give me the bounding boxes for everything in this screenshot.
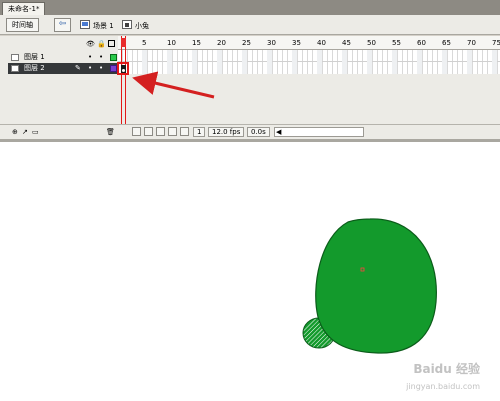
outline-color-swatch[interactable] <box>110 65 117 72</box>
playhead[interactable] <box>121 38 126 47</box>
timeline-panel: 👁 🔒 5 10 15 20 25 30 35 40 45 50 55 60 65 70 75 图层 1 •… <box>0 36 500 139</box>
frame-grid[interactable] <box>118 50 500 74</box>
layer-row-selected[interactable]: 图层 2 ✎ • • <box>8 63 118 74</box>
visibility-dot[interactable]: • <box>88 63 92 73</box>
frame-number: 55 <box>392 39 401 47</box>
frame-number: 65 <box>442 39 451 47</box>
eye-icon[interactable]: 👁 <box>86 40 95 48</box>
frame-number: 35 <box>292 39 301 47</box>
green-blob-shape[interactable] <box>315 218 437 354</box>
lock-icon[interactable]: 🔒 <box>97 40 106 48</box>
watermark-logo: Baidu 经验 <box>413 362 480 376</box>
frame-number: 40 <box>317 39 326 47</box>
outline-icon[interactable] <box>108 40 115 47</box>
frame-number: 45 <box>342 39 351 47</box>
frame-group-marker <box>392 50 397 74</box>
frame-group-marker <box>142 50 147 74</box>
watermark-url: jingyan.baidu.com <box>406 382 480 391</box>
pencil-icon: ✎ <box>75 64 81 72</box>
frame-number: 60 <box>417 39 426 47</box>
add-guide-icon[interactable]: ↗ <box>22 128 28 136</box>
scene-bar: 时间轴 ⇦ 场景 1 小兔 <box>0 15 500 35</box>
breadcrumb-symbol[interactable]: 小兔 <box>135 21 149 31</box>
lock-dot[interactable]: • <box>99 63 103 73</box>
frame-group-marker <box>292 50 297 74</box>
center-frame-icon[interactable] <box>132 127 141 136</box>
frame-group-marker <box>242 50 247 74</box>
timeline-toggle-button[interactable]: 时间轴 <box>6 18 39 32</box>
scene-icon <box>80 20 90 29</box>
add-folder-icon[interactable]: ▭ <box>32 128 39 136</box>
frame-group-marker <box>192 50 197 74</box>
layer-icon <box>11 65 19 72</box>
edit-multiple-frames-icon[interactable] <box>168 127 177 136</box>
scroll-left-icon[interactable]: ◀ <box>276 128 281 136</box>
frame-group-marker <box>492 50 497 74</box>
modify-markers-icon[interactable] <box>180 127 189 136</box>
frame-number: 15 <box>192 39 201 47</box>
frame-group-marker <box>367 50 372 74</box>
frame-group-marker <box>442 50 447 74</box>
frame-group-marker <box>317 50 322 74</box>
stage-canvas[interactable]: Baidu 经验 jingyan.baidu.com <box>0 142 500 401</box>
frame-group-marker <box>417 50 422 74</box>
trash-icon[interactable]: 🗑 <box>106 128 115 136</box>
frame-group-marker <box>342 50 347 74</box>
outline-color-swatch[interactable] <box>110 54 117 61</box>
onion-outline-icon[interactable] <box>156 127 165 136</box>
keyframe-dot <box>122 69 125 72</box>
playhead-line <box>121 36 126 128</box>
breadcrumb-scene[interactable]: 场景 1 <box>93 21 114 31</box>
visibility-dot[interactable]: • <box>88 52 92 62</box>
document-tab[interactable]: 未命名-1* <box>2 2 46 15</box>
frame-ruler[interactable]: 5 10 15 20 25 30 35 40 45 50 55 60 65 70 75 <box>118 36 500 50</box>
frame-number: 25 <box>242 39 251 47</box>
frame-number: 30 <box>267 39 276 47</box>
frame-rate-field[interactable]: 12.0 fps <box>208 127 245 137</box>
symbol-icon <box>122 20 132 29</box>
current-frame-field: 1 <box>193 127 206 137</box>
frame-group-marker <box>167 50 172 74</box>
onion-skin-icon[interactable] <box>144 127 153 136</box>
layer-row[interactable]: 图层 1 • • <box>8 52 118 63</box>
add-layer-icon[interactable]: ⊕ <box>12 128 18 136</box>
document-tab-bar: 未命名-1* <box>0 0 500 15</box>
frame-number: 70 <box>467 39 476 47</box>
arrow-left-icon[interactable]: ⇦ <box>54 18 71 32</box>
elapsed-time-field: 0.0s <box>247 127 270 137</box>
lock-dot[interactable]: • <box>99 52 103 62</box>
layer-name: 图层 2 <box>24 64 45 72</box>
frame-number: 10 <box>167 39 176 47</box>
frame-number: 50 <box>367 39 376 47</box>
frame-group-marker <box>267 50 272 74</box>
frame-number: 75 <box>492 39 500 47</box>
frame-number: 5 <box>142 39 147 47</box>
timeline-footer: ⊕ ↗ ▭ 🗑 1 12.0 fps 0.0s ◀ <box>0 124 500 139</box>
frame-number: 20 <box>217 39 226 47</box>
layer-icon <box>11 54 19 61</box>
frame-group-marker <box>217 50 222 74</box>
timeline-scrollbar[interactable] <box>274 127 364 137</box>
layer-name: 图层 1 <box>24 53 45 61</box>
frame-group-marker <box>467 50 472 74</box>
